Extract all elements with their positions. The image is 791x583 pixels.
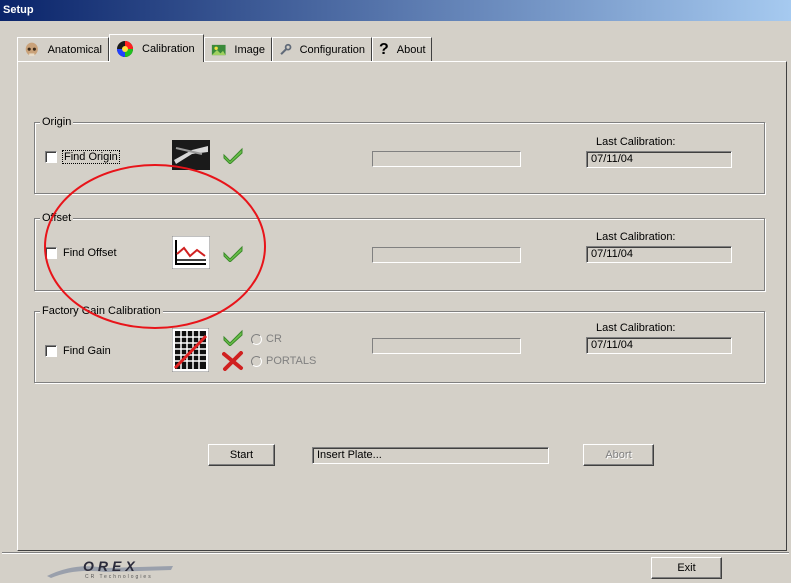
tab-label: Image — [234, 43, 265, 56]
radio-label: CR — [266, 333, 282, 345]
window-title: Setup — [0, 0, 791, 21]
tab-image[interactable]: Image — [204, 37, 272, 61]
skull-icon — [25, 42, 38, 56]
start-button[interactable]: Start — [208, 444, 275, 466]
annotation-ellipse — [44, 164, 266, 329]
wrench-icon — [280, 43, 292, 55]
footer-separator — [2, 552, 789, 554]
radio-dot[interactable] — [251, 333, 262, 345]
checkbox-box[interactable] — [45, 345, 57, 357]
origin-last-calibration-field: 07/11/04 — [586, 151, 732, 168]
checkbox-box[interactable] — [45, 151, 57, 163]
tab-label: About — [396, 43, 426, 56]
offset-last-calibration-field: 07/11/04 — [586, 246, 732, 263]
abort-button[interactable]: Abort — [583, 444, 654, 466]
color-wheel-icon — [117, 40, 133, 57]
find-origin-checkbox[interactable]: Find Origin — [45, 150, 120, 164]
orex-logo: OREX CR Technologies — [45, 558, 175, 580]
status-field: Insert Plate... — [312, 447, 549, 464]
client-area: Anatomical Calibration Image Configurati… — [0, 21, 791, 581]
tab-label: Anatomical — [47, 43, 102, 56]
tab-label: Calibration — [142, 42, 195, 55]
radio-label: PORTALS — [266, 355, 317, 367]
last-calibration-label: Last Calibration: — [596, 136, 676, 148]
offset-progress-bar — [372, 247, 521, 263]
tab-configuration[interactable]: Configuration — [272, 37, 372, 61]
image-icon — [211, 44, 226, 55]
tab-label: Configuration — [299, 43, 365, 56]
tab-about[interactable]: ? About — [372, 37, 432, 61]
gain-grid-icon — [172, 328, 209, 372]
find-gain-checkbox[interactable]: Find Gain — [45, 345, 111, 357]
gain-progress-bar — [372, 338, 521, 354]
origin-progress-bar — [372, 151, 521, 167]
check-icon — [223, 147, 243, 164]
last-calibration-label: Last Calibration: — [596, 231, 676, 243]
x-mark-icon — [222, 351, 243, 371]
cr-radio[interactable]: CR — [251, 333, 282, 345]
checkbox-label: Find Gain — [63, 345, 111, 357]
check-icon — [223, 329, 243, 346]
logo-text: OREX — [83, 558, 139, 574]
logo-subtext: CR Technologies — [85, 574, 153, 580]
gain-last-calibration-field: 07/11/04 — [586, 337, 732, 354]
checkbox-label: Find Origin — [62, 150, 120, 164]
tab-anatomical[interactable]: Anatomical — [17, 37, 109, 61]
tab-calibration[interactable]: Calibration — [109, 34, 204, 62]
group-title: Origin — [40, 116, 74, 128]
portals-radio[interactable]: PORTALS — [251, 355, 316, 367]
last-calibration-label: Last Calibration: — [596, 322, 676, 334]
exit-button[interactable]: Exit — [651, 557, 722, 579]
question-icon: ? — [379, 40, 389, 58]
radio-dot[interactable] — [251, 355, 262, 367]
